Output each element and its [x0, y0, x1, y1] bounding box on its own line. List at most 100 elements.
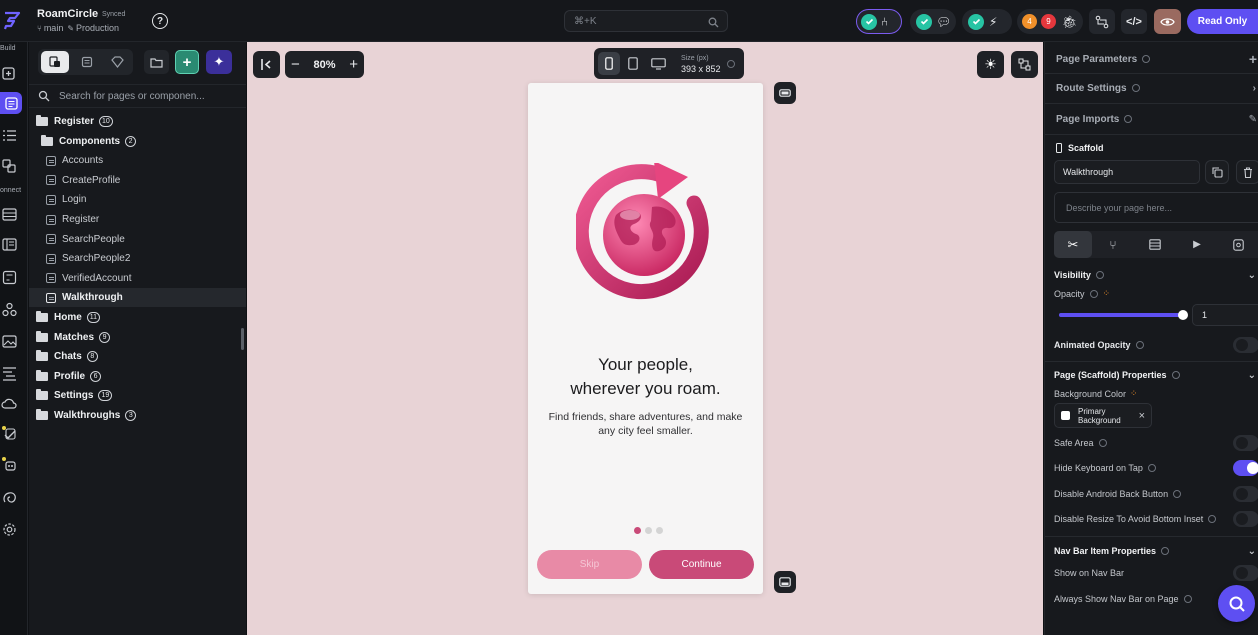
scaffold-properties-section[interactable]: Page (Scaffold) Properties ⌄ — [1045, 369, 1258, 381]
clear-color-icon[interactable]: × — [1139, 410, 1145, 422]
components-icon[interactable] — [0, 157, 18, 175]
opacity-value-field[interactable]: 1 — [1192, 304, 1258, 326]
tree-folder-item[interactable]: Home 11 — [29, 308, 246, 327]
zoom-out-button[interactable]: − — [291, 56, 300, 73]
custom-code-icon[interactable] — [0, 364, 18, 382]
animations-tab-icon[interactable]: ▶ — [1176, 231, 1218, 258]
tablet-device-icon[interactable] — [620, 52, 645, 75]
route-settings-section[interactable]: Route Settings › — [1045, 81, 1258, 95]
library-tab-icon[interactable] — [105, 52, 129, 72]
delete-page-icon[interactable] — [1236, 160, 1258, 184]
collapse-panel-icon[interactable] — [253, 51, 280, 78]
ai-generate-button[interactable]: ✦ — [206, 50, 232, 74]
help-icon[interactable]: ? — [152, 13, 168, 29]
size-info-icon[interactable] — [726, 59, 735, 68]
app-bar-toggle-icon[interactable] — [774, 82, 796, 104]
templates-tab-icon[interactable] — [75, 52, 99, 72]
zoom-level[interactable]: 80% — [313, 59, 335, 71]
background-color-chip[interactable]: Primary Background × — [1054, 403, 1152, 428]
widget-select-icon[interactable] — [1011, 51, 1038, 78]
tree-folder-item[interactable]: Register 10 — [29, 112, 246, 131]
visibility-section[interactable]: Visibility ⌄ — [1045, 269, 1258, 281]
integrations-icon[interactable] — [0, 488, 18, 506]
animated-opacity-toggle[interactable] — [1233, 337, 1258, 353]
nav-bar-properties-section[interactable]: Nav Bar Item Properties ⌄ — [1045, 545, 1258, 557]
tree-page-item[interactable]: Walkthrough — [29, 288, 246, 308]
media-assets-icon[interactable] — [0, 332, 18, 350]
tree-folder-item[interactable]: Matches 9 — [29, 328, 246, 347]
settings-gear-icon[interactable] — [0, 520, 18, 538]
hide-keyboard-toggle[interactable] — [1233, 460, 1258, 476]
tree-page-item[interactable]: Accounts — [29, 151, 246, 170]
variable-binding-icon[interactable]: ⁘ — [1103, 288, 1111, 299]
tree-page-item[interactable]: Login — [29, 190, 246, 209]
search-placeholder: Search for pages or componen... — [59, 90, 205, 102]
status-pill-2[interactable]: 💬︎ — [910, 9, 956, 34]
widget-tree-icon[interactable] — [0, 126, 18, 144]
actions-tab-icon[interactable]: ⑂ — [1092, 231, 1134, 258]
schema-icon[interactable] — [0, 235, 18, 253]
bottom-bar-toggle-icon[interactable] — [774, 571, 796, 593]
code-icon[interactable]: </> — [1121, 9, 1147, 34]
edit-icon[interactable]: ✎ — [1249, 114, 1257, 125]
status-pill-3[interactable]: ⚡︎ — [962, 9, 1012, 34]
add-page-button[interactable]: + — [175, 50, 199, 74]
app-state-icon[interactable] — [0, 300, 18, 318]
properties-tab-icon[interactable]: ✂︎ — [1054, 231, 1092, 258]
page-search-bar[interactable]: Search for pages or componen... — [29, 84, 246, 108]
app-logo-icon[interactable] — [2, 10, 22, 32]
panel-resize-handle[interactable] — [241, 328, 244, 350]
branch-compare-icon[interactable] — [1089, 9, 1115, 34]
desktop-device-icon[interactable] — [645, 52, 671, 75]
safe-area-toggle[interactable] — [1233, 435, 1258, 451]
new-folder-button[interactable] — [144, 50, 169, 74]
floating-search-button[interactable] — [1218, 585, 1255, 622]
agents-icon[interactable] — [0, 455, 18, 473]
project-name[interactable]: RoamCircle — [37, 8, 98, 20]
theme-toggle-icon[interactable]: ☀︎ — [977, 51, 1004, 78]
command-search[interactable]: ⌘+K — [564, 10, 728, 32]
tests-icon[interactable] — [0, 424, 18, 442]
add-widget-icon[interactable] — [0, 63, 18, 81]
phone-preview[interactable]: Your people, wherever you roam. Find fri… — [528, 83, 763, 594]
opacity-slider[interactable] — [1059, 310, 1188, 320]
tree-page-item[interactable]: VerifiedAccount — [29, 269, 246, 288]
pages-icon[interactable] — [0, 92, 22, 114]
tree-page-item[interactable]: Register — [29, 210, 246, 229]
tree-folder-item[interactable]: Walkthroughs 3 — [29, 406, 246, 425]
api-calls-icon[interactable] — [0, 268, 18, 286]
tree-page-item[interactable]: SearchPeople2 — [29, 249, 246, 268]
property-tabs: ✂︎ ⑂ ▶ — [1054, 231, 1258, 258]
tree-folder-item[interactable]: Chats 8 — [29, 347, 246, 366]
branch-info[interactable]: ⑂ main ✎ Production — [37, 23, 119, 33]
tree-folder-item[interactable]: Components 2 — [29, 132, 246, 151]
page-description-field[interactable]: Describe your page here... — [1054, 192, 1258, 223]
tree-folder-item[interactable]: Profile 6 — [29, 367, 246, 386]
skip-button[interactable]: Skip — [537, 550, 642, 579]
cloud-functions-icon[interactable] — [0, 394, 18, 412]
continue-button[interactable]: Continue — [649, 550, 754, 579]
add-parameter-icon[interactable]: + — [1249, 51, 1257, 67]
tree-page-item[interactable]: SearchPeople — [29, 230, 246, 249]
database-icon[interactable] — [0, 205, 18, 223]
opacity-slider-handle[interactable] — [1178, 310, 1188, 320]
variable-binding-icon[interactable]: ⁘ — [1130, 388, 1138, 399]
page-parameters-section[interactable]: Page Parameters + — [1045, 51, 1258, 67]
pages-tab-icon[interactable] — [41, 51, 69, 73]
duplicate-page-icon[interactable] — [1205, 160, 1229, 184]
show-on-nav-bar-toggle[interactable] — [1233, 565, 1258, 581]
issues-pill[interactable]: 4 9 🐞︎ — [1017, 9, 1083, 34]
zoom-in-button[interactable]: + — [349, 56, 358, 73]
misc-tab-icon[interactable] — [1218, 231, 1258, 258]
disable-resize-toggle[interactable] — [1233, 511, 1258, 527]
preview-eye-icon[interactable] — [1154, 9, 1181, 34]
status-pill-1[interactable]: ⑃ — [856, 9, 902, 34]
phone-device-icon[interactable] — [598, 52, 620, 75]
tree-folder-item[interactable]: Settings 19 — [29, 386, 246, 405]
page-name-field[interactable]: Walkthrough — [1054, 160, 1200, 184]
tree-page-item[interactable]: CreateProfile — [29, 171, 246, 190]
disable-android-back-toggle[interactable] — [1233, 486, 1258, 502]
backend-query-tab-icon[interactable] — [1134, 231, 1176, 258]
read-only-button[interactable]: Read Only — [1187, 9, 1258, 34]
page-imports-section[interactable]: Page Imports ✎ — [1045, 112, 1258, 126]
